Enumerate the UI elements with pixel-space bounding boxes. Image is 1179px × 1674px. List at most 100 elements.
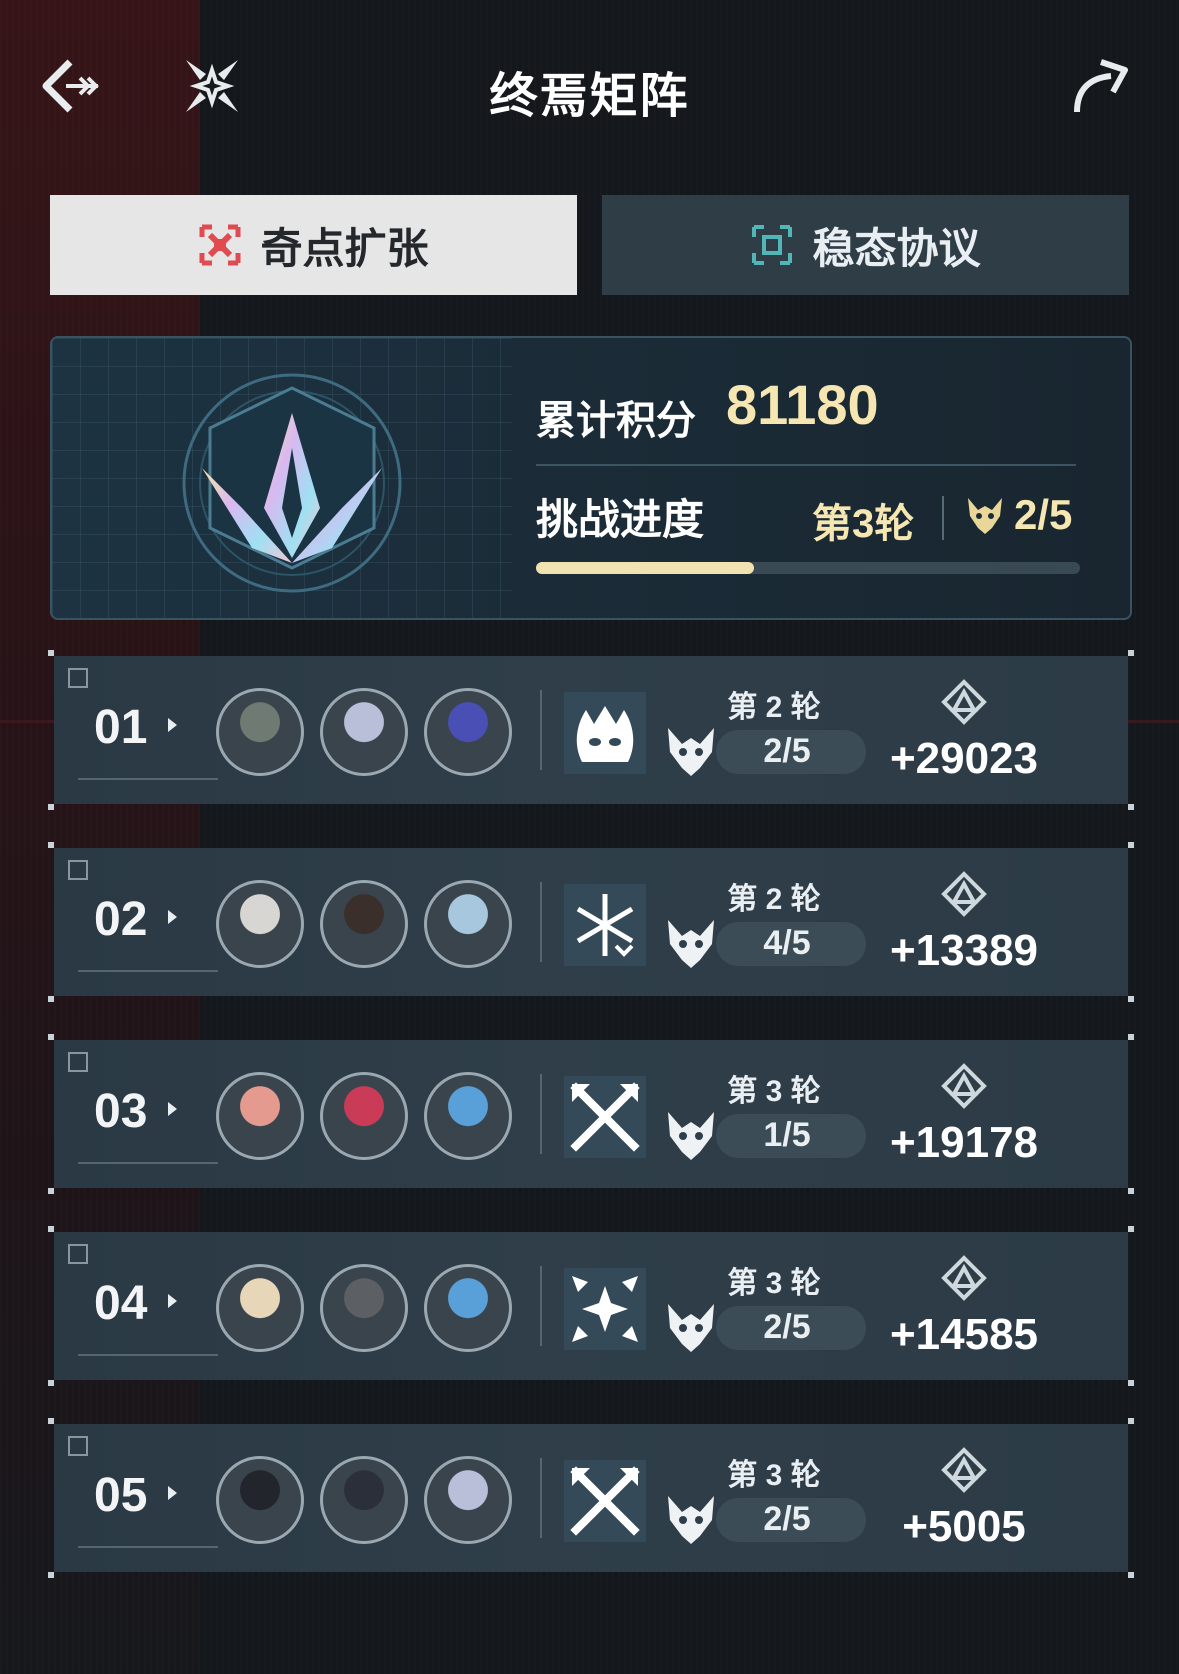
- character-avatar[interactable]: [216, 1072, 304, 1160]
- stage-row[interactable]: 02 第 2 轮 4/5 +13389: [48, 842, 1134, 1002]
- flame-mask-icon[interactable]: [564, 692, 646, 774]
- row-corner: [1128, 1572, 1134, 1578]
- row-underline: [78, 778, 218, 780]
- row-score: +5005: [902, 1502, 1026, 1551]
- tab-stable-protocol-label: 稳态协议: [812, 224, 981, 272]
- crossed-swords-icon[interactable]: [564, 1460, 646, 1542]
- share-arrow-icon: [1074, 59, 1128, 113]
- row-separator: [540, 1458, 542, 1538]
- row-number: 04: [94, 1277, 148, 1330]
- row-round-label: 第 3 轮: [727, 1459, 821, 1492]
- row-check-icon: [68, 860, 88, 880]
- row-separator: [540, 690, 542, 770]
- stage-row[interactable]: 03 第 3 轮 1/5 +19178: [48, 1034, 1134, 1194]
- boss-count: 2/5: [1014, 491, 1073, 538]
- row-boss-count: 1/5: [763, 1116, 811, 1154]
- stable-protocol-icon: [752, 225, 793, 265]
- row-separator: [540, 882, 542, 962]
- progress-separator: [942, 496, 944, 540]
- row-corner: [48, 1572, 54, 1578]
- boss-demon-icon: [668, 920, 714, 968]
- character-avatar[interactable]: [216, 1456, 304, 1544]
- header: 终焉矩阵: [0, 40, 1179, 130]
- character-avatar[interactable]: [424, 688, 512, 776]
- row-number: 01: [94, 701, 148, 754]
- share-button[interactable]: [1067, 54, 1131, 118]
- character-avatar[interactable]: [320, 1456, 408, 1544]
- row-corner: [48, 1418, 54, 1424]
- row-corner: [1128, 1226, 1134, 1232]
- challenge-progress-fill: [536, 562, 754, 574]
- row-corner: [48, 804, 54, 810]
- stage-row[interactable]: 05 第 3 轮 2/5 +5005: [48, 1418, 1134, 1578]
- tab-singularity-label: 奇点扩张: [260, 224, 429, 272]
- snowflake-icon[interactable]: [564, 884, 646, 966]
- tab-stable-protocol[interactable]: 稳态协议: [602, 195, 1129, 295]
- challenge-progress-label: 挑战进度: [536, 496, 705, 543]
- row-corner: [1128, 996, 1134, 1002]
- row-round-label: 第 2 轮: [727, 883, 821, 916]
- row-arrow-icon: [168, 1102, 177, 1116]
- boss-demon-icon: [668, 728, 714, 776]
- character-avatar[interactable]: [320, 880, 408, 968]
- row-arrow-icon: [168, 1294, 177, 1308]
- row-corner: [1128, 804, 1134, 810]
- score-triangle-icon: [941, 679, 987, 725]
- row-corner: [1128, 650, 1134, 656]
- row-check-icon: [68, 1244, 88, 1264]
- score-triangle-icon: [941, 1447, 987, 1493]
- row-boss-count: 4/5: [763, 924, 811, 962]
- row-corner: [1128, 1034, 1134, 1040]
- character-avatar[interactable]: [424, 1456, 512, 1544]
- row-score: +13389: [889, 926, 1039, 975]
- score-triangle-icon: [941, 1063, 987, 1109]
- boss-demon-icon: [668, 1496, 714, 1544]
- row-arrow-icon: [168, 718, 177, 732]
- character-avatar[interactable]: [320, 1264, 408, 1352]
- row-round-label: 第 2 轮: [727, 691, 821, 724]
- boss-demon-icon: [968, 498, 1002, 534]
- row-corner: [48, 650, 54, 656]
- total-score-value: 81180: [726, 373, 879, 436]
- row-check-icon: [68, 668, 88, 688]
- character-avatar[interactable]: [424, 1072, 512, 1160]
- row-underline: [78, 1162, 218, 1164]
- character-avatar[interactable]: [216, 880, 304, 968]
- row-corner: [48, 1188, 54, 1194]
- crown-emblem-icon: [182, 373, 402, 593]
- boss-demon-icon: [668, 1112, 714, 1160]
- row-check-icon: [68, 1436, 88, 1456]
- current-round-label: 第3轮: [812, 502, 915, 546]
- stage-row[interactable]: 01 第 2 轮 2/5 +29023: [48, 650, 1134, 810]
- row-underline: [78, 1354, 218, 1356]
- row-corner: [48, 1380, 54, 1386]
- row-corner: [1128, 1418, 1134, 1424]
- character-avatar[interactable]: [424, 880, 512, 968]
- character-avatar[interactable]: [320, 1072, 408, 1160]
- character-avatar[interactable]: [216, 1264, 304, 1352]
- row-underline: [78, 970, 218, 972]
- row-corner: [48, 1034, 54, 1040]
- row-score: +14585: [889, 1310, 1039, 1359]
- stage-row[interactable]: 04 第 3 轮 2/5 +14585: [48, 1226, 1134, 1386]
- row-check-icon: [68, 1052, 88, 1072]
- tab-singularity[interactable]: 奇点扩张: [50, 195, 577, 295]
- row-score: +19178: [889, 1118, 1039, 1167]
- page-title: 终焉矩阵: [489, 70, 690, 123]
- row-boss-count: 2/5: [763, 1308, 811, 1346]
- character-avatar[interactable]: [424, 1264, 512, 1352]
- score-triangle-icon: [941, 871, 987, 917]
- row-arrow-icon: [168, 1486, 177, 1500]
- row-corner: [1128, 1380, 1134, 1386]
- row-round-label: 第 3 轮: [727, 1267, 821, 1300]
- row-score: +29023: [889, 734, 1039, 783]
- character-avatar[interactable]: [320, 688, 408, 776]
- score-panel: 累计积分 81180 挑战进度 第3轮 2/5: [50, 336, 1132, 620]
- row-number: 05: [94, 1469, 148, 1522]
- row-round-label: 第 3 轮: [727, 1075, 821, 1108]
- crossed-swords-icon[interactable]: [564, 1076, 646, 1158]
- row-separator: [540, 1074, 542, 1154]
- row-boss-count: 2/5: [763, 732, 811, 770]
- star-burst-icon[interactable]: [564, 1268, 646, 1350]
- character-avatar[interactable]: [216, 688, 304, 776]
